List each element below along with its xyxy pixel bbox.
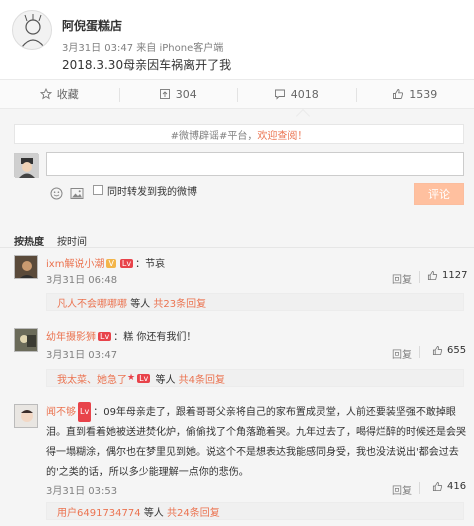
level-badge: Lv: [78, 402, 92, 422]
sub-reply-user[interactable]: 我太菜、她急了: [57, 371, 127, 386]
reply-button[interactable]: 回复: [392, 346, 412, 361]
comment-line: 闻不够 Lv ：09年母亲走了，跟着哥哥父亲将自己的家布置成灵堂，人前还要装坚强不敢…: [46, 402, 466, 483]
level-badge: Lv: [119, 259, 134, 268]
sub-reply-count[interactable]: 共4条回复: [179, 371, 225, 386]
repost-count: 304: [175, 87, 197, 101]
comment-line: 幼年摄影狮 Lv ：糕 你还有我们！: [46, 328, 196, 343]
star-outline-icon: [39, 88, 52, 100]
favorite-label: 收藏: [56, 88, 79, 101]
comment-time: 3月31日 03:53: [46, 486, 118, 497]
author-avatar[interactable]: [12, 10, 52, 50]
comment-like-count: 1127: [442, 270, 468, 281]
commenter-avatar[interactable]: [14, 255, 38, 279]
sub-reply-count[interactable]: 共24条回复: [167, 504, 220, 519]
verified-badge: V: [106, 259, 116, 268]
post-meta: 3月31日 03:47 来自 iPhone客户端: [62, 39, 223, 54]
comment-button[interactable]: 4018: [237, 80, 356, 108]
topic-notice-link[interactable]: 欢迎查阅！: [257, 127, 307, 142]
comment-text: ：09年母亲走了，跟着哥哥父亲将自己的家布置成灵堂，人前还要装坚强不敢掉眼泪。直…: [46, 407, 466, 478]
post-time[interactable]: 3月31日 03:47: [62, 43, 133, 54]
ops-divider: [419, 482, 420, 494]
sort-divider: [0, 247, 474, 248]
comment-like-count: 416: [447, 481, 467, 492]
sub-reply-user[interactable]: 凡人不会哪哪哪: [57, 295, 127, 310]
topic-notice-text: #微博辟谣#平台，: [170, 130, 258, 142]
like-button[interactable]: 1539: [355, 80, 474, 108]
image-icon[interactable]: [70, 185, 84, 204]
source-prefix: 来自: [136, 43, 157, 54]
comment-like-count: 655: [447, 345, 467, 356]
comment-input[interactable]: [46, 152, 464, 176]
repost-checkbox-label[interactable]: 同时转发到我的微博: [107, 183, 197, 198]
sub-reply-user[interactable]: 用户6491734774: [57, 504, 141, 519]
reply-button[interactable]: 回复: [392, 271, 412, 286]
reply-button[interactable]: 回复: [392, 482, 412, 497]
repost-button[interactable]: 304: [118, 80, 238, 108]
current-user-avatar: [14, 153, 39, 178]
sub-reply-count[interactable]: 共23条回复: [153, 295, 206, 310]
weibo-post: 阿倪蛋糕店 3月31日 03:47 来自 iPhone客户端 2018.3.30…: [0, 0, 474, 79]
post-source[interactable]: iPhone客户端: [159, 43, 223, 54]
commenter-avatar[interactable]: [14, 404, 38, 428]
topic-notice[interactable]: #微博辟谣#平台， 欢迎查阅！: [14, 124, 464, 144]
comment-text: ：节哀: [135, 259, 166, 270]
comment-like-button[interactable]: 655: [432, 345, 466, 356]
post-action-bar: 收藏 304 4018 1539: [0, 79, 474, 109]
thumbs-up-icon: [427, 270, 438, 281]
comment-time: 3月31日 03:47: [46, 350, 118, 361]
sub-reply-mid: 等人: [143, 507, 164, 519]
repost-checkbox[interactable]: [93, 185, 103, 195]
sort-by-hot[interactable]: 按热度: [14, 233, 44, 248]
smiley-icon[interactable]: [50, 185, 63, 204]
commenter-name[interactable]: 幼年摄影狮: [46, 332, 96, 343]
sort-by-time[interactable]: 按时间: [57, 233, 87, 248]
thumbs-up-icon: [393, 89, 404, 99]
comment-like-button[interactable]: 416: [432, 481, 466, 492]
comment-time: 3月31日 06:48: [46, 275, 118, 286]
sub-reply-mid: 等人: [155, 374, 176, 386]
sub-replies[interactable]: 我太菜、她急了 ★ Lv 等人 共4条回复: [46, 369, 464, 387]
comment-like-button[interactable]: 1127: [427, 270, 467, 281]
commenter-name[interactable]: ixm解说小潮: [46, 259, 104, 270]
level-badge: Lv: [98, 332, 112, 341]
ops-divider: [419, 271, 420, 283]
sub-replies[interactable]: 用户6491734774 等人 共24条回复: [46, 502, 464, 520]
repost-icon: [159, 89, 170, 99]
ops-divider: [419, 346, 420, 358]
thumbs-up-icon: [432, 481, 443, 492]
comment-icon: [274, 89, 285, 100]
comment-line: ixm解说小潮 V Lv ：节哀: [46, 255, 165, 270]
thumbs-up-icon: [432, 345, 443, 356]
comment-count: 4018: [290, 87, 319, 101]
post-text: 2018.3.30母亲因车祸离开了我: [62, 58, 232, 72]
sub-reply-mid: 等人: [130, 298, 151, 310]
comment-text: ：糕 你还有我们！: [113, 332, 197, 343]
commenter-avatar[interactable]: [14, 328, 38, 352]
level-badge: Lv: [137, 373, 151, 383]
favorite-button[interactable]: 收藏: [0, 80, 119, 108]
commenter-name[interactable]: 闻不够: [46, 407, 76, 418]
comment-submit-button[interactable]: 评论: [414, 183, 464, 205]
star-icon: ★: [127, 373, 136, 383]
sub-replies[interactable]: 凡人不会哪哪哪 等人 共23条回复: [46, 293, 464, 311]
author-name[interactable]: 阿倪蛋糕店: [62, 17, 122, 34]
like-count: 1539: [409, 87, 438, 101]
